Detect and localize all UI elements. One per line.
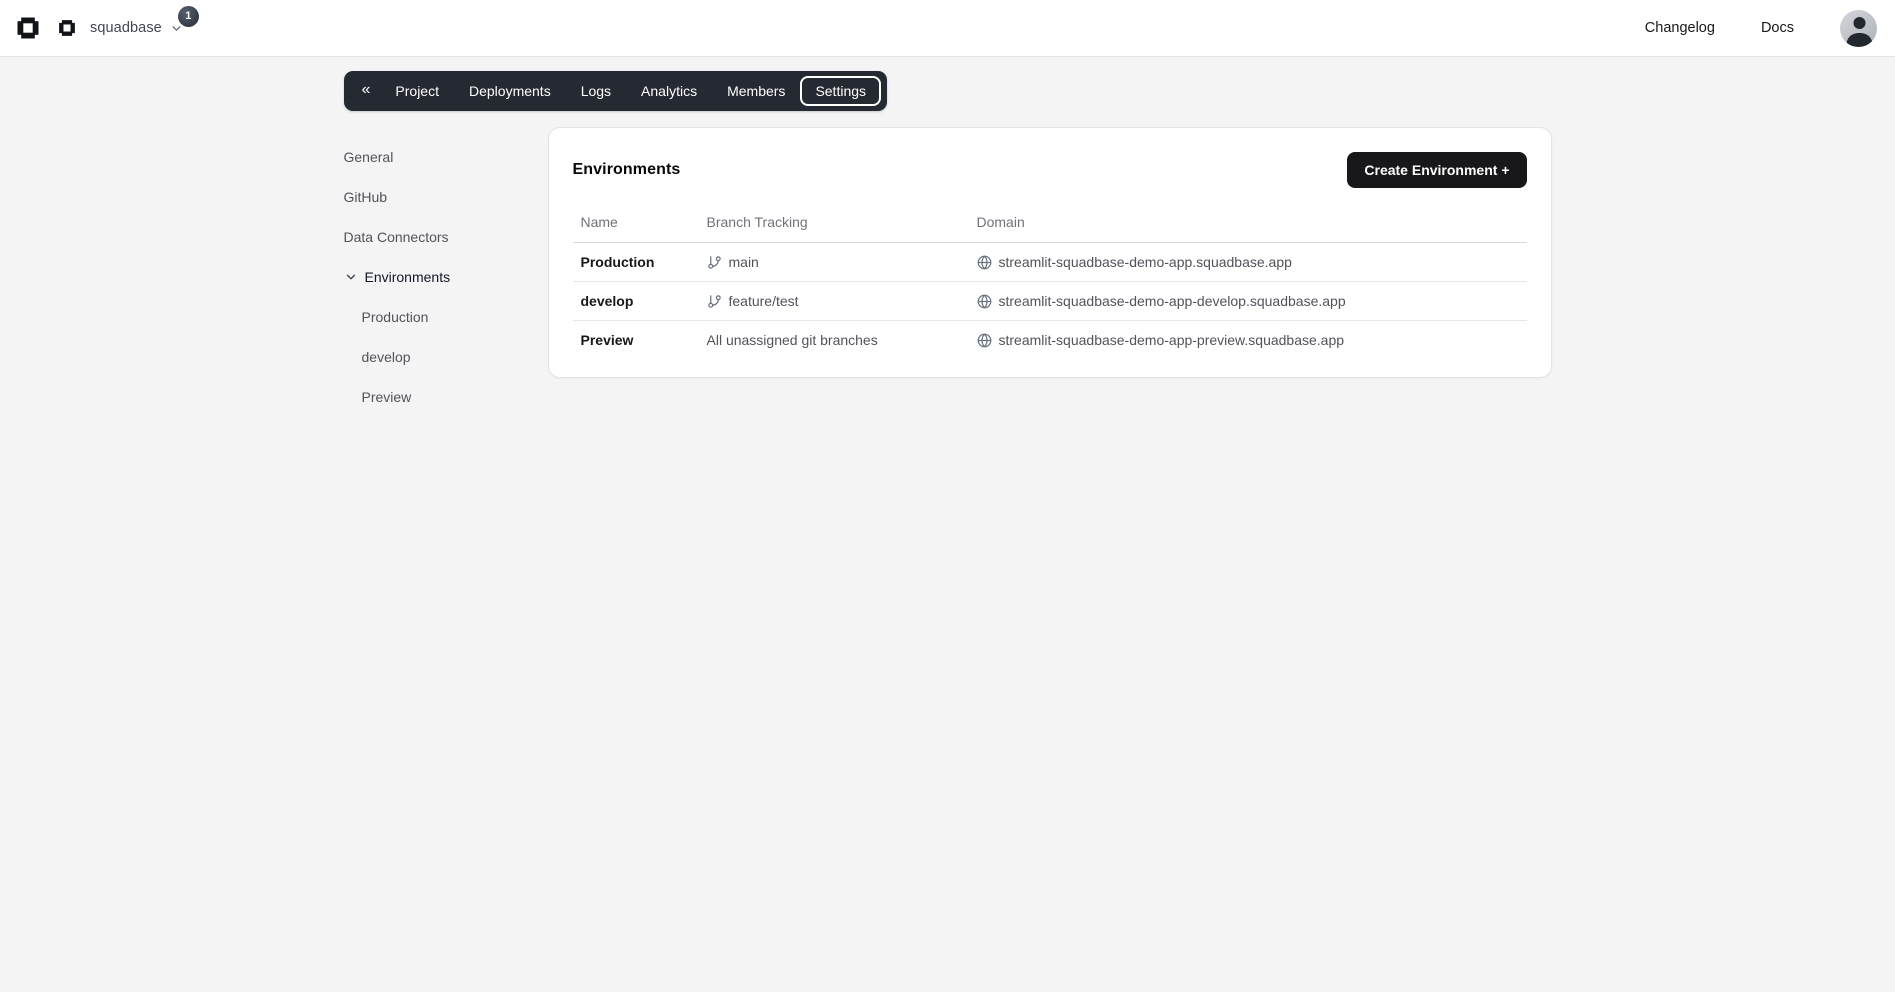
env-name: develop (573, 282, 699, 321)
sidebar-item-label: Environments (365, 269, 451, 285)
topbar-right: Changelog Docs (1645, 10, 1877, 47)
tab-members[interactable]: Members (712, 75, 800, 107)
env-name: Production (573, 243, 699, 282)
user-avatar[interactable] (1840, 10, 1877, 47)
branch-tracking-value: All unassigned git branches (707, 332, 878, 348)
globe-icon (977, 294, 992, 309)
notification-badge[interactable]: 1 (178, 6, 199, 27)
settings-sidebar: General GitHub Data Connectors Environme… (344, 127, 548, 417)
tab-settings[interactable]: Settings (800, 76, 881, 106)
docs-link[interactable]: Docs (1761, 20, 1794, 36)
globe-icon (977, 333, 992, 348)
git-branch-icon (707, 294, 722, 309)
topbar-left: squadbase 1 (16, 16, 183, 40)
org-logo-icon[interactable] (16, 16, 40, 40)
sidebar-item-environments[interactable]: Environments (344, 257, 548, 297)
chevron-down-icon (344, 270, 358, 284)
globe-icon (977, 255, 992, 270)
environments-card: Environments Create Environment + Name B… (548, 127, 1552, 378)
env-name: Preview (573, 321, 699, 360)
page-title: Environments (573, 161, 681, 179)
environments-table: Name Branch Tracking Domain Production m… (573, 204, 1527, 359)
branch-tracking-value: feature/test (729, 293, 799, 309)
changelog-link[interactable]: Changelog (1645, 20, 1715, 36)
table-row[interactable]: develop feature/test streamlit-squadbase… (573, 282, 1527, 321)
table-header-row: Name Branch Tracking Domain (573, 204, 1527, 243)
sidebar-item-github[interactable]: GitHub (344, 177, 548, 217)
table-row[interactable]: Preview All unassigned git branches stre… (573, 321, 1527, 360)
sidebar-item-preview[interactable]: Preview (344, 377, 548, 417)
project-nav: « Project Deployments Logs Analytics Mem… (344, 71, 888, 111)
branch-tracking-value: main (729, 254, 759, 270)
column-header-name: Name (573, 204, 699, 243)
sidebar-item-data-connectors[interactable]: Data Connectors (344, 217, 548, 257)
tab-logs[interactable]: Logs (566, 75, 626, 107)
project-logo-icon[interactable] (58, 19, 76, 37)
domain-value[interactable]: streamlit-squadbase-demo-app-preview.squ… (999, 332, 1345, 348)
org-switcher[interactable]: 1 (170, 22, 183, 35)
topbar: squadbase 1 Changelog Docs (0, 0, 1895, 57)
domain-value[interactable]: streamlit-squadbase-demo-app-develop.squ… (999, 293, 1346, 309)
domain-value[interactable]: streamlit-squadbase-demo-app.squadbase.a… (999, 254, 1292, 270)
sidebar-item-develop[interactable]: develop (344, 337, 548, 377)
column-header-branch-tracking: Branch Tracking (699, 204, 969, 243)
create-environment-button[interactable]: Create Environment + (1347, 152, 1526, 188)
collapse-nav-icon[interactable]: « (352, 78, 381, 104)
sidebar-item-production[interactable]: Production (344, 297, 548, 337)
sidebar-item-general[interactable]: General (344, 137, 548, 177)
tab-deployments[interactable]: Deployments (454, 75, 566, 107)
git-branch-icon (707, 255, 722, 270)
table-row[interactable]: Production main streamlit-squadbase-demo… (573, 243, 1527, 282)
column-header-domain: Domain (969, 204, 1527, 243)
settings-body: General GitHub Data Connectors Environme… (344, 127, 1552, 417)
content-wrapper: « Project Deployments Logs Analytics Mem… (344, 57, 1552, 417)
tab-analytics[interactable]: Analytics (626, 75, 712, 107)
card-header: Environments Create Environment + (573, 152, 1527, 188)
tab-project[interactable]: Project (380, 75, 454, 107)
org-name[interactable]: squadbase (90, 20, 162, 36)
